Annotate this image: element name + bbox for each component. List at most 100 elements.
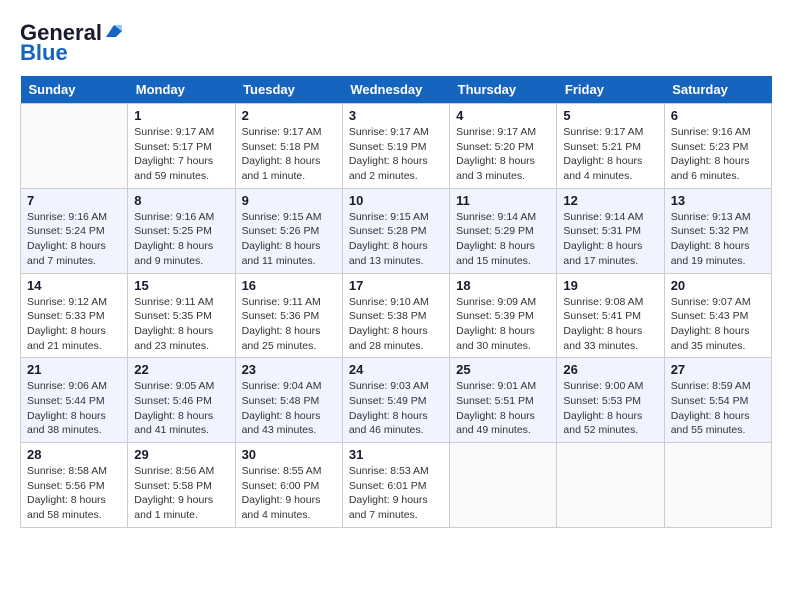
header-thursday: Thursday (450, 76, 557, 104)
day-info: Sunrise: 8:53 AMSunset: 6:01 PMDaylight:… (349, 464, 443, 523)
calendar-cell: 22 Sunrise: 9:05 AMSunset: 5:46 PMDayligh… (128, 358, 235, 443)
calendar-cell: 23 Sunrise: 9:04 AMSunset: 5:48 PMDayligh… (235, 358, 342, 443)
day-info: Sunrise: 9:17 AMSunset: 5:17 PMDaylight:… (134, 125, 228, 184)
calendar-week-2: 7 Sunrise: 9:16 AMSunset: 5:24 PMDaylight… (21, 188, 772, 273)
day-number: 9 (242, 193, 336, 208)
day-info: Sunrise: 9:14 AMSunset: 5:29 PMDaylight:… (456, 210, 550, 269)
calendar-cell: 26 Sunrise: 9:00 AMSunset: 5:53 PMDayligh… (557, 358, 664, 443)
day-info: Sunrise: 8:59 AMSunset: 5:54 PMDaylight:… (671, 379, 765, 438)
calendar-cell: 8Sunrise: 9:16 AMSunset: 5:25 PMDaylight… (128, 188, 235, 273)
calendar-cell: 9 Sunrise: 9:15 AMSunset: 5:26 PMDaylight… (235, 188, 342, 273)
calendar-week-4: 21 Sunrise: 9:06 AMSunset: 5:44 PMDayligh… (21, 358, 772, 443)
header-monday: Monday (128, 76, 235, 104)
calendar-cell: 28 Sunrise: 8:58 AMSunset: 5:56 PMDayligh… (21, 443, 128, 528)
day-number: 12 (563, 193, 657, 208)
day-number: 23 (242, 362, 336, 377)
day-number: 2 (242, 108, 336, 123)
calendar-cell (450, 443, 557, 528)
day-number: 11 (456, 193, 550, 208)
calendar-cell: 17 Sunrise: 9:10 AMSunset: 5:38 PMDayligh… (342, 273, 449, 358)
day-number: 22 (134, 362, 228, 377)
calendar-cell: 6 Sunrise: 9:16 AMSunset: 5:23 PMDaylight… (664, 104, 771, 189)
day-info: Sunrise: 9:01 AMSunset: 5:51 PMDaylight:… (456, 379, 550, 438)
day-info: Sunrise: 9:15 AMSunset: 5:28 PMDaylight:… (349, 210, 443, 269)
day-info: Sunrise: 9:12 AMSunset: 5:33 PMDaylight:… (27, 295, 121, 354)
day-number: 6 (671, 108, 765, 123)
day-number: 7 (27, 193, 121, 208)
day-info: Sunrise: 9:17 AMSunset: 5:19 PMDaylight:… (349, 125, 443, 184)
day-info: Sunrise: 9:08 AMSunset: 5:41 PMDaylight:… (563, 295, 657, 354)
calendar-week-3: 14 Sunrise: 9:12 AMSunset: 5:33 PMDayligh… (21, 273, 772, 358)
day-info: Sunrise: 8:56 AMSunset: 5:58 PMDaylight:… (134, 464, 228, 523)
day-number: 31 (349, 447, 443, 462)
day-info: Sunrise: 9:16 AMSunset: 5:25 PMDaylight:… (134, 210, 228, 269)
day-number: 5 (563, 108, 657, 123)
day-number: 27 (671, 362, 765, 377)
day-number: 3 (349, 108, 443, 123)
calendar-cell: 29 Sunrise: 8:56 AMSunset: 5:58 PMDayligh… (128, 443, 235, 528)
calendar-week-5: 28 Sunrise: 8:58 AMSunset: 5:56 PMDayligh… (21, 443, 772, 528)
calendar-cell: 11 Sunrise: 9:14 AMSunset: 5:29 PMDayligh… (450, 188, 557, 273)
header-tuesday: Tuesday (235, 76, 342, 104)
day-info: Sunrise: 9:14 AMSunset: 5:31 PMDaylight:… (563, 210, 657, 269)
day-number: 10 (349, 193, 443, 208)
day-info: Sunrise: 9:06 AMSunset: 5:44 PMDaylight:… (27, 379, 121, 438)
calendar-table: SundayMondayTuesdayWednesdayThursdayFrid… (20, 76, 772, 528)
calendar-cell: 7 Sunrise: 9:16 AMSunset: 5:24 PMDaylight… (21, 188, 128, 273)
calendar-header-row: SundayMondayTuesdayWednesdayThursdayFrid… (21, 76, 772, 104)
day-info: Sunrise: 9:03 AMSunset: 5:49 PMDaylight:… (349, 379, 443, 438)
calendar-cell: 12 Sunrise: 9:14 AMSunset: 5:31 PMDayligh… (557, 188, 664, 273)
calendar-cell (557, 443, 664, 528)
calendar-week-1: 1 Sunrise: 9:17 AMSunset: 5:17 PMDaylight… (21, 104, 772, 189)
calendar-cell (664, 443, 771, 528)
header-friday: Friday (557, 76, 664, 104)
calendar-cell: 1 Sunrise: 9:17 AMSunset: 5:17 PMDaylight… (128, 104, 235, 189)
calendar-cell: 3 Sunrise: 9:17 AMSunset: 5:19 PMDaylight… (342, 104, 449, 189)
day-number: 26 (563, 362, 657, 377)
calendar-cell: 27 Sunrise: 8:59 AMSunset: 5:54 PMDayligh… (664, 358, 771, 443)
day-info: Sunrise: 9:00 AMSunset: 5:53 PMDaylight:… (563, 379, 657, 438)
day-number: 14 (27, 278, 121, 293)
day-number: 24 (349, 362, 443, 377)
day-info: Sunrise: 9:16 AMSunset: 5:23 PMDaylight:… (671, 125, 765, 184)
calendar-cell: 24 Sunrise: 9:03 AMSunset: 5:49 PMDayligh… (342, 358, 449, 443)
calendar-cell: 30 Sunrise: 8:55 AMSunset: 6:00 PMDayligh… (235, 443, 342, 528)
day-info: Sunrise: 9:10 AMSunset: 5:38 PMDaylight:… (349, 295, 443, 354)
day-number: 21 (27, 362, 121, 377)
day-info: Sunrise: 9:13 AMSunset: 5:32 PMDaylight:… (671, 210, 765, 269)
header-sunday: Sunday (21, 76, 128, 104)
calendar-cell: 10 Sunrise: 9:15 AMSunset: 5:28 PMDayligh… (342, 188, 449, 273)
day-number: 28 (27, 447, 121, 462)
day-number: 18 (456, 278, 550, 293)
header-saturday: Saturday (664, 76, 771, 104)
day-info: Sunrise: 9:17 AMSunset: 5:20 PMDaylight:… (456, 125, 550, 184)
calendar-cell (21, 104, 128, 189)
day-info: Sunrise: 8:55 AMSunset: 6:00 PMDaylight:… (242, 464, 336, 523)
day-number: 25 (456, 362, 550, 377)
day-info: Sunrise: 9:09 AMSunset: 5:39 PMDaylight:… (456, 295, 550, 354)
day-number: 19 (563, 278, 657, 293)
day-number: 30 (242, 447, 336, 462)
day-info: Sunrise: 9:17 AMSunset: 5:21 PMDaylight:… (563, 125, 657, 184)
day-number: 29 (134, 447, 228, 462)
header-wednesday: Wednesday (342, 76, 449, 104)
day-info: Sunrise: 9:15 AMSunset: 5:26 PMDaylight:… (242, 210, 336, 269)
day-number: 13 (671, 193, 765, 208)
day-info: Sunrise: 9:05 AMSunset: 5:46 PMDaylight:… (134, 379, 228, 438)
calendar-cell: 25 Sunrise: 9:01 AMSunset: 5:51 PMDayligh… (450, 358, 557, 443)
day-info: Sunrise: 9:17 AMSunset: 5:18 PMDaylight:… (242, 125, 336, 184)
day-info: Sunrise: 9:04 AMSunset: 5:48 PMDaylight:… (242, 379, 336, 438)
day-number: 17 (349, 278, 443, 293)
day-info: Sunrise: 9:11 AMSunset: 5:35 PMDaylight:… (134, 295, 228, 354)
day-number: 4 (456, 108, 550, 123)
calendar-cell: 5 Sunrise: 9:17 AMSunset: 5:21 PMDaylight… (557, 104, 664, 189)
day-info: Sunrise: 9:16 AMSunset: 5:24 PMDaylight:… (27, 210, 121, 269)
calendar-cell: 16Sunrise: 9:11 AMSunset: 5:36 PMDayligh… (235, 273, 342, 358)
calendar-cell: 19 Sunrise: 9:08 AMSunset: 5:41 PMDayligh… (557, 273, 664, 358)
day-info: Sunrise: 8:58 AMSunset: 5:56 PMDaylight:… (27, 464, 121, 523)
calendar-cell: 14 Sunrise: 9:12 AMSunset: 5:33 PMDayligh… (21, 273, 128, 358)
calendar-cell: 18 Sunrise: 9:09 AMSunset: 5:39 PMDayligh… (450, 273, 557, 358)
calendar-cell: 21 Sunrise: 9:06 AMSunset: 5:44 PMDayligh… (21, 358, 128, 443)
logo-icon (104, 21, 124, 41)
day-number: 1 (134, 108, 228, 123)
